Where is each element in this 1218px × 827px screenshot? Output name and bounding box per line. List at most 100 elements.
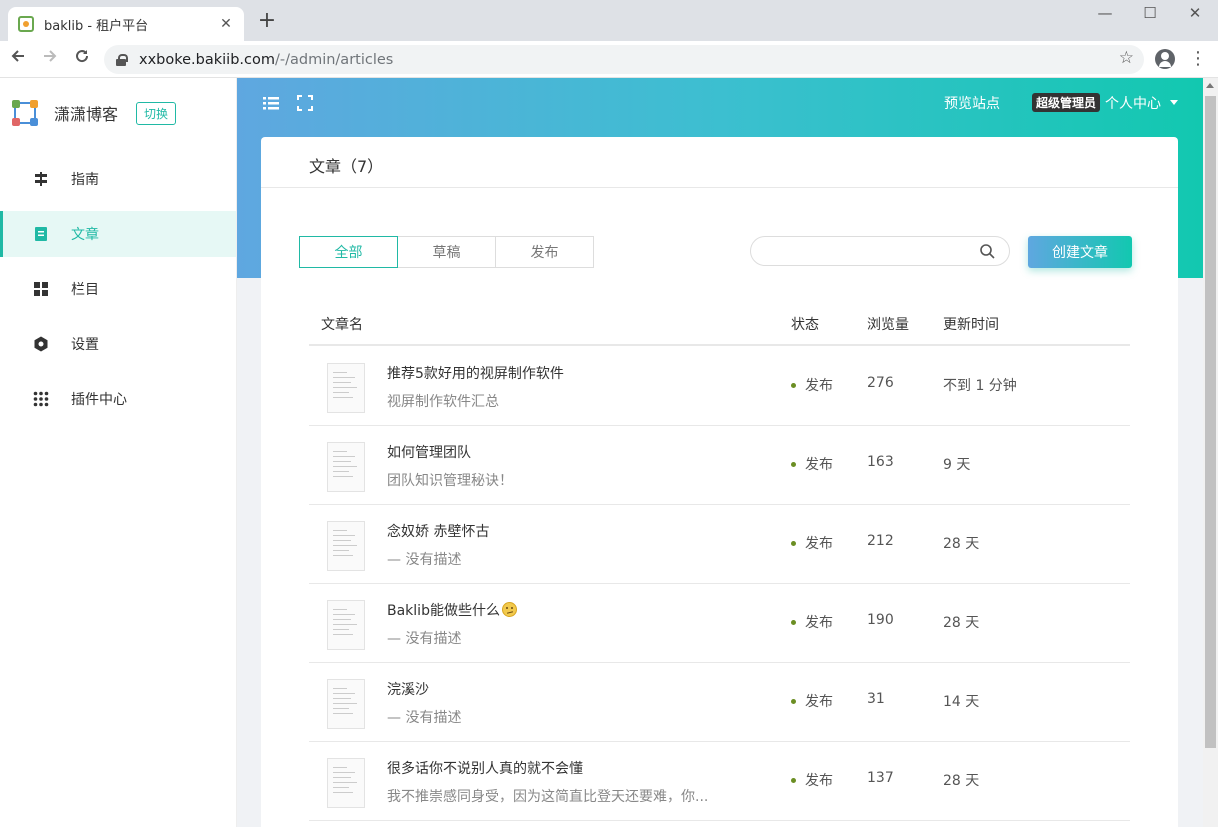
updated-time: 28 天	[943, 536, 980, 552]
article-description: — 没有描述	[387, 552, 462, 568]
view-count: 31	[867, 691, 885, 707]
chevron-down-icon[interactable]	[1170, 100, 1178, 105]
scroll-up-arrow-icon[interactable]	[1206, 83, 1214, 88]
tab-close-icon[interactable]: ✕	[218, 16, 234, 32]
status-dot-icon	[791, 382, 796, 388]
table-row[interactable]: 推荐5款好用的视屏制作软件 视屏制作软件汇总 发布 276 不到 1 分钟	[309, 347, 1130, 426]
window-minimize-button[interactable]: —	[1090, 4, 1120, 22]
table-row[interactable]: 浣溪沙 — 没有描述 发布 31 14 天	[309, 663, 1130, 742]
article-title[interactable]: 浣溪沙	[387, 679, 429, 699]
updated-time: 14 天	[943, 694, 980, 710]
status-dot-icon	[791, 777, 796, 783]
article-thumbnail	[327, 600, 365, 650]
article-title[interactable]: 很多话你不说别人真的就不会懂	[387, 758, 583, 778]
preview-site-link[interactable]: 预览站点	[944, 93, 1000, 113]
article-title[interactable]: Baklib能做些什么	[387, 600, 517, 620]
article-description: — 没有描述	[387, 631, 462, 647]
url-host: xxboke.bakiib.com	[139, 51, 275, 68]
updated-time: 不到 1 分钟	[943, 378, 1017, 394]
table-row[interactable]: Baklib能做些什么 — 没有描述 发布 190 28 天	[309, 584, 1130, 663]
url-path: /-/admin/articles	[274, 51, 394, 68]
tab-all[interactable]: 全部	[299, 236, 398, 268]
window-close-button[interactable]: ✕	[1180, 4, 1210, 22]
gear-icon	[33, 336, 49, 352]
article-thumbnail	[327, 442, 365, 492]
sidebar-nav: 指南 文章 栏目 设置 插件中心	[0, 156, 236, 431]
reload-icon[interactable]	[70, 47, 94, 71]
tab-title: baklib - 租户平台	[44, 18, 149, 34]
article-title[interactable]: 如何管理团队	[387, 442, 471, 462]
column-header-status: 状态	[791, 317, 819, 333]
back-arrow-icon[interactable]	[6, 47, 30, 71]
sidebar-item-label: 指南	[71, 172, 99, 188]
view-count: 212	[867, 533, 894, 549]
browser-tab[interactable]: baklib - 租户平台 ✕	[8, 7, 244, 41]
status-badge: 发布	[791, 454, 833, 474]
tab-draft[interactable]: 草稿	[397, 236, 496, 268]
table-header: 文章名 状态 浏览量 更新时间	[309, 300, 1130, 346]
sidebar-item-articles[interactable]: 文章	[0, 211, 236, 257]
table-row[interactable]: 念奴娇 赤壁怀古 — 没有描述 发布 212 28 天	[309, 505, 1130, 584]
brand: 潇潇博客 切换	[12, 100, 177, 126]
divider	[261, 187, 1178, 188]
window-maximize-button[interactable]: ☐	[1135, 4, 1165, 22]
view-count: 137	[867, 770, 894, 786]
article-thumbnail	[327, 758, 365, 808]
status-text: 发布	[805, 615, 833, 631]
browser-toolbar: xxboke.bakiib.com/-/admin/articles ☆ ⋮	[0, 41, 1218, 78]
main-content: 预览站点 超级管理员 个人中心 文章（7） 全部 草稿 发布 创建文章 文章名 …	[237, 78, 1203, 827]
status-filter-tabs: 全部 草稿 发布	[299, 236, 594, 268]
profile-avatar-icon[interactable]	[1155, 49, 1175, 69]
article-title-text: Baklib能做些什么	[387, 603, 500, 619]
status-text: 发布	[805, 536, 833, 552]
forward-arrow-icon[interactable]	[38, 47, 62, 71]
role-badge: 超级管理员	[1032, 93, 1101, 112]
user-center-menu[interactable]: 个人中心	[1105, 93, 1161, 113]
column-header-updated: 更新时间	[943, 317, 999, 333]
address-bar[interactable]: xxboke.bakiib.com/-/admin/articles ☆	[104, 45, 1144, 74]
status-text: 发布	[805, 694, 833, 710]
article-title[interactable]: 推荐5款好用的视屏制作软件	[387, 363, 564, 383]
fullscreen-icon[interactable]	[296, 94, 314, 112]
article-description: 我不推崇感同身受，因为这简直比登天还要难，你...	[387, 789, 709, 805]
sidebar-item-guide[interactable]: 指南	[0, 156, 236, 202]
table-row[interactable]: 如何管理团队 团队知识管理秘诀！ 发布 163 9 天	[309, 426, 1130, 505]
search-icon[interactable]	[979, 243, 995, 259]
site-name: 潇潇博客	[54, 105, 119, 124]
sidebar-item-columns[interactable]: 栏目	[0, 266, 236, 312]
thinking-face-icon	[501, 602, 517, 617]
switch-site-button[interactable]: 切换	[136, 101, 177, 125]
status-dot-icon	[791, 461, 796, 467]
lock-icon	[116, 53, 128, 66]
bookmark-star-icon[interactable]: ☆	[1119, 48, 1134, 68]
sidebar-item-plugins[interactable]: 插件中心	[0, 376, 236, 422]
browser-menu-icon[interactable]: ⋮	[1188, 47, 1208, 71]
create-article-button[interactable]: 创建文章	[1028, 236, 1132, 268]
status-text: 发布	[805, 457, 833, 473]
scrollbar-thumb[interactable]	[1205, 96, 1216, 748]
column-header-name: 文章名	[321, 317, 363, 333]
status-dot-icon	[791, 540, 796, 546]
new-tab-button[interactable]: +	[256, 10, 278, 32]
page-title: 文章（7）	[309, 157, 384, 176]
article-title[interactable]: 念奴娇 赤壁怀古	[387, 521, 489, 541]
status-dot-icon	[791, 698, 796, 704]
baklib-logo-icon	[12, 100, 38, 126]
view-count: 190	[867, 612, 894, 628]
article-description: 团队知识管理秘诀！	[387, 473, 513, 489]
article-thumbnail	[327, 521, 365, 571]
browser-tab-strip: baklib - 租户平台 ✕ + — ☐ ✕	[0, 0, 1218, 41]
apps-icon	[33, 391, 49, 407]
page-scrollbar[interactable]	[1203, 78, 1218, 827]
table-row[interactable]: 很多话你不说别人真的就不会懂 我不推崇感同身受，因为这简直比登天还要难，你...…	[309, 742, 1130, 821]
article-description: 视屏制作软件汇总	[387, 394, 499, 410]
updated-time: 9 天	[943, 457, 971, 473]
app-sidebar: 潇潇博客 切换 指南 文章 栏目 设置 插件中心	[0, 78, 237, 827]
status-badge: 发布	[791, 612, 833, 632]
updated-time: 28 天	[943, 615, 980, 631]
tab-published[interactable]: 发布	[495, 236, 594, 268]
search-input[interactable]	[750, 236, 1010, 266]
baklib-favicon-icon	[18, 16, 34, 32]
list-menu-icon[interactable]	[262, 94, 280, 112]
sidebar-item-settings[interactable]: 设置	[0, 321, 236, 367]
